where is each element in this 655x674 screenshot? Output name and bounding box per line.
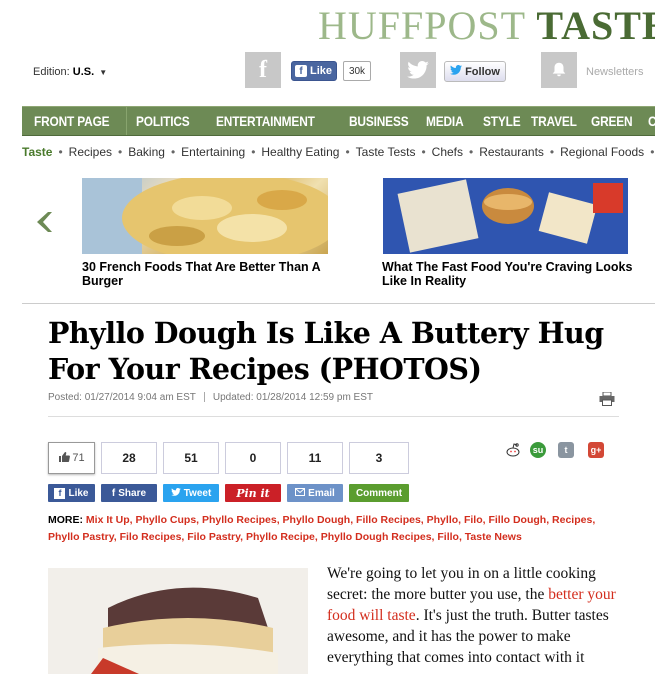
article-meta: Posted: 01/27/2014 9:04 am EST Updated: 0… xyxy=(48,392,373,403)
comment-count-box: 3 xyxy=(349,442,409,474)
divider xyxy=(22,303,655,304)
subnav-item-taste[interactable]: Taste xyxy=(22,145,52,159)
article-image-phyllo xyxy=(48,568,308,674)
email-button[interactable]: Email xyxy=(287,484,343,502)
newsletters-link[interactable]: Newsletters xyxy=(586,66,643,78)
thumbs-up-icon xyxy=(58,451,71,466)
print-icon[interactable] xyxy=(599,392,615,406)
thumbs-up-count-value: 71 xyxy=(72,452,85,464)
subnav-item-entertaining[interactable]: Entertaining xyxy=(181,145,245,159)
edition-value: U.S. xyxy=(72,66,95,78)
nav-separator xyxy=(126,107,127,135)
carousel-image-french-foods[interactable] xyxy=(82,178,328,254)
tweet-button[interactable]: Tweet xyxy=(163,484,219,502)
top-bar: Edition: U.S. ▼ f f Like 30k Follow News… xyxy=(0,52,655,92)
pin-it-button[interactable]: Pin it xyxy=(225,484,281,502)
facebook-small-icon: f xyxy=(111,487,116,499)
subnav-item-recipes[interactable]: Recipes xyxy=(69,145,112,159)
facebook-small-icon: f xyxy=(54,487,66,499)
nav-item-politics[interactable]: POLITICS xyxy=(136,113,190,129)
tweet-count-box: 0 xyxy=(225,442,281,474)
tumblr-icon[interactable]: t xyxy=(558,442,574,458)
email-label: Email xyxy=(308,487,335,499)
more-tags: MORE: Mix It Up, Phyllo Cups, Phyllo Rec… xyxy=(48,512,618,546)
carousel-caption-2[interactable]: What The Fast Food You're Craving Looks … xyxy=(382,260,642,288)
tweet-label: Tweet xyxy=(183,487,212,499)
nav-item-more[interactable]: C xyxy=(648,113,655,129)
caret-down-icon: ▼ xyxy=(99,68,108,77)
chevron-left-icon[interactable] xyxy=(32,210,56,234)
bell-icon[interactable] xyxy=(541,52,577,88)
more-label: MORE: xyxy=(48,514,83,526)
email-count-box: 11 xyxy=(287,442,343,474)
subnav-item-chefs[interactable]: Chefs xyxy=(432,145,463,159)
posted-date: Posted: 01/27/2014 9:04 am EST xyxy=(48,392,196,403)
logo-huffpost-text: HUFFPOST xyxy=(318,3,526,48)
facebook-share-count-box: 51 xyxy=(163,442,219,474)
facebook-share-label: Share xyxy=(118,487,147,499)
article-headline: Phyllo Dough Is Like A Buttery Hug For Y… xyxy=(48,316,604,386)
edition-selector[interactable]: Edition: U.S. ▼ xyxy=(33,66,107,78)
meta-divider xyxy=(48,416,619,417)
subnav-item-baking[interactable]: Baking xyxy=(128,145,165,159)
subnav-item-restaurants[interactable]: Restaurants xyxy=(479,145,544,159)
facebook-like-count-box: 28 xyxy=(101,442,157,474)
huffpost-taste-logo[interactable]: HUFFPOST TASTE xyxy=(318,2,655,49)
facebook-like-button[interactable]: f Like xyxy=(291,61,337,81)
carousel-image-fast-food[interactable] xyxy=(383,178,628,254)
carousel-caption-1[interactable]: 30 French Foods That Are Better Than A B… xyxy=(82,260,332,288)
facebook-icon[interactable]: f xyxy=(245,52,281,88)
nav-item-travel[interactable]: TRAVEL xyxy=(531,113,577,129)
nav-item-media[interactable]: MEDIA xyxy=(426,113,464,129)
nav-item-business[interactable]: BUSINESS xyxy=(349,113,409,129)
main-nav: FRONT PAGE POLITICS ENTERTAINMENT BUSINE… xyxy=(22,106,655,136)
updated-date: Updated: 01/28/2014 12:59 pm EST xyxy=(212,392,374,403)
facebook-share-button[interactable]: f Share xyxy=(101,484,157,502)
twitter-follow-label: Follow xyxy=(465,65,500,78)
google-plus-icon[interactable]: g+ xyxy=(588,442,604,458)
nav-item-entertainment[interactable]: ENTERTAINMENT xyxy=(216,113,315,129)
article-body: We're going to let you in on a little co… xyxy=(327,563,622,668)
nav-item-green[interactable]: GREEN xyxy=(591,113,633,129)
twitter-bird-icon xyxy=(450,65,463,78)
facebook-like-share-label: Like xyxy=(68,487,89,499)
facebook-small-icon: f xyxy=(295,65,307,77)
nav-item-front-page[interactable]: FRONT PAGE xyxy=(34,113,110,129)
subnav-item-healthy-eating[interactable]: Healthy Eating xyxy=(261,145,339,159)
envelope-icon xyxy=(295,487,306,499)
thumbs-up-count[interactable]: 71 xyxy=(48,442,95,474)
logo-taste-text: TASTE xyxy=(536,3,655,48)
facebook-like-count: 30k xyxy=(343,61,371,81)
subnav-item-taste-tests[interactable]: Taste Tests xyxy=(356,145,416,159)
nav-item-style[interactable]: STYLE xyxy=(483,113,521,129)
facebook-like-label: Like xyxy=(310,65,333,77)
stumbleupon-icon[interactable]: su xyxy=(530,442,546,458)
reddit-icon[interactable] xyxy=(505,442,521,458)
twitter-follow-button[interactable]: Follow xyxy=(444,61,506,82)
twitter-bird-icon xyxy=(170,487,181,499)
subnav-item-regional-foods[interactable]: Regional Foods xyxy=(560,145,644,159)
twitter-icon[interactable] xyxy=(400,52,436,88)
tag-links[interactable]: Mix It Up, Phyllo Cups, Phyllo Recipes, … xyxy=(48,514,595,543)
facebook-like-share-button[interactable]: f Like xyxy=(48,484,95,502)
edition-label: Edition: xyxy=(33,66,70,78)
sub-nav: Taste • Recipes • Baking • Entertaining • Health… xyxy=(22,145,655,159)
comment-button[interactable]: Comment xyxy=(349,484,409,502)
